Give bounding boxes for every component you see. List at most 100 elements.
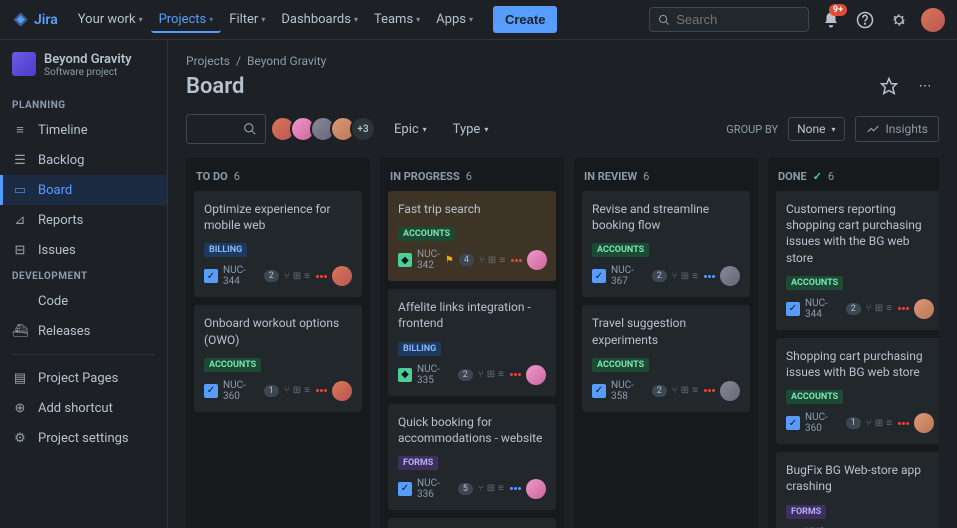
breadcrumb-projects[interactable]: Projects (186, 54, 230, 68)
timeline-icon: ≡ (12, 122, 28, 138)
assignee-avatar[interactable] (526, 365, 546, 385)
issue-type-icon: ✓ (398, 482, 412, 496)
sidebar: Beyond Gravity Software project PLANNING… (0, 40, 168, 528)
sidebar-item-backlog[interactable]: ☰Backlog (0, 145, 167, 175)
create-button[interactable]: Create (493, 6, 557, 33)
sidebar-item-timeline[interactable]: ≡Timeline (0, 115, 167, 145)
epic-filter[interactable]: Epic ▾ (386, 116, 435, 143)
sidebar-item-releases[interactable]: ⛴Releases (0, 316, 167, 346)
card-meta-icons: ⑂⊞≡ (672, 271, 698, 282)
nav-projects[interactable]: Projects ▾ (151, 6, 222, 33)
nav-dashboards[interactable]: Dashboards ▾ (273, 6, 366, 33)
assignee-avatar[interactable] (914, 413, 934, 433)
subtask-count: 2 (264, 270, 279, 282)
backlog-icon: ☰ (12, 152, 28, 168)
sidebar-item-code[interactable]: Code (0, 286, 167, 316)
nav-teams[interactable]: Teams ▾ (366, 6, 428, 33)
global-search[interactable] (649, 7, 809, 32)
avatar-more[interactable]: +3 (350, 116, 376, 142)
sidebar-item-project-pages[interactable]: ▤Project Pages (0, 363, 167, 393)
nav-your-work[interactable]: Your work ▾ (70, 6, 151, 33)
issue-card[interactable]: Revise and streamline booking flowACCOUN… (582, 191, 750, 297)
card-title: Quick booking for accommodations - websi… (398, 414, 546, 446)
assignee-avatar[interactable] (332, 266, 352, 286)
project-name: Beyond Gravity (44, 52, 132, 67)
reports-icon: ⊿ (12, 212, 28, 228)
column-to-do: TO DO 6Optimize experience for mobile we… (186, 158, 370, 528)
nav-filter[interactable]: Filter ▾ (221, 6, 273, 33)
column-header: TO DO 6 (194, 166, 362, 191)
page-title: Board (186, 74, 244, 99)
assignee-avatar[interactable] (914, 299, 934, 319)
column-header: IN REVIEW 6 (582, 166, 750, 191)
settings-icon[interactable] (887, 8, 911, 32)
issue-key: NUC-360 (805, 412, 841, 434)
column-header: DONE ✓ 6 (776, 166, 939, 191)
column-in-review: IN REVIEW 6Revise and streamline booking… (574, 158, 758, 528)
issue-card[interactable]: Adapt web app no new payments providerFO… (388, 518, 556, 528)
issue-card[interactable]: BugFix BG Web-store app crashingFORMS✓NU… (776, 452, 939, 528)
issue-card[interactable]: Customers reporting shopping cart purcha… (776, 191, 939, 330)
issue-key: NUC-344 (223, 265, 259, 287)
assignee-avatar[interactable] (526, 479, 546, 499)
sidebar-section: PLANNING (0, 94, 167, 115)
subtask-count: 1 (846, 417, 861, 429)
sidebar-section: DEVELOPMENT (0, 265, 167, 286)
insights-button[interactable]: Insights (855, 116, 939, 142)
top-navbar: Jira Your work ▾Projects ▾Filter ▾Dashbo… (0, 0, 957, 40)
assignee-filter-avatars[interactable]: +3 (276, 116, 376, 142)
shortcut-icon: ⊕ (12, 400, 28, 416)
search-input[interactable] (676, 12, 800, 27)
subtask-count: 2 (652, 385, 667, 397)
subtask-count: 2 (652, 270, 667, 282)
groupby-label: GROUP BY (726, 123, 778, 136)
more-icon[interactable]: ⋯ (911, 72, 939, 100)
sidebar-item-issues[interactable]: ⊟Issues (0, 235, 167, 265)
main-content: Projects / Beyond Gravity Board ⋯ +3 Epi… (168, 40, 957, 528)
card-meta-icons: ⑂⊞≡ (284, 385, 310, 396)
assignee-avatar[interactable] (332, 381, 352, 401)
help-icon[interactable] (853, 8, 877, 32)
card-title: Travel suggestion experiments (592, 315, 740, 347)
card-title: Shopping cart purchasing issues with BG … (786, 348, 934, 380)
done-check-icon: ✓ (813, 170, 822, 183)
nav-apps[interactable]: Apps ▾ (428, 6, 481, 33)
assignee-avatar[interactable] (720, 381, 740, 401)
sidebar-item-reports[interactable]: ⊿Reports (0, 205, 167, 235)
assignee-avatar[interactable] (527, 250, 547, 270)
subtask-count: 2 (458, 369, 473, 381)
board-toolbar: +3 Epic ▾ Type ▾ GROUP BY None ▾ Insight… (186, 114, 939, 144)
issue-type-icon: ✓ (592, 269, 606, 283)
profile-avatar[interactable] (921, 8, 945, 32)
jira-logo[interactable]: Jira (12, 11, 58, 29)
groupby-select[interactable]: None ▾ (788, 117, 844, 141)
issue-card[interactable]: Affelite links integration - frontendBIL… (388, 289, 556, 395)
card-tag: ACCOUNTS (786, 390, 843, 404)
board-search[interactable] (186, 114, 266, 144)
card-meta-icons: ⑂⊞≡ (672, 385, 698, 396)
issue-type-icon: ✓ (204, 269, 218, 283)
issue-type-icon: ✓ (204, 384, 218, 398)
sidebar-item-add-shortcut[interactable]: ⊕Add shortcut (0, 393, 167, 423)
assignee-avatar[interactable] (720, 266, 740, 286)
project-header[interactable]: Beyond Gravity Software project (0, 52, 167, 94)
sidebar-item-project-settings[interactable]: ⚙Project settings (0, 423, 167, 453)
issue-card[interactable]: Shopping cart purchasing issues with BG … (776, 338, 939, 444)
type-filter[interactable]: Type ▾ (445, 116, 497, 143)
breadcrumb-project[interactable]: Beyond Gravity (247, 54, 326, 68)
card-tag: FORMS (398, 456, 438, 470)
card-meta-icons: ⑂⊞≡ (866, 303, 892, 314)
issue-card[interactable]: Optimize experience for mobile webBILLIN… (194, 191, 362, 297)
code-icon (12, 293, 28, 309)
card-meta-icons: ⑂⊞≡ (866, 418, 892, 429)
issue-card[interactable]: Quick booking for accommodations - websi… (388, 404, 556, 510)
issue-card[interactable]: Fast trip searchACCOUNTS◆NUC-342⚑4⑂⊞≡ (388, 191, 556, 281)
card-title: Affelite links integration - frontend (398, 299, 546, 331)
card-title: Fast trip search (398, 201, 546, 217)
issue-card[interactable]: Onboard workout options (OWO)ACCOUNTS✓NU… (194, 305, 362, 411)
notifications-icon[interactable]: 9+ (819, 8, 843, 32)
issue-card[interactable]: Travel suggestion experimentsACCOUNTS✓NU… (582, 305, 750, 411)
sidebar-item-board[interactable]: ▭Board (0, 175, 167, 205)
star-icon[interactable] (875, 72, 903, 100)
issue-key: NUC-367 (611, 265, 647, 287)
